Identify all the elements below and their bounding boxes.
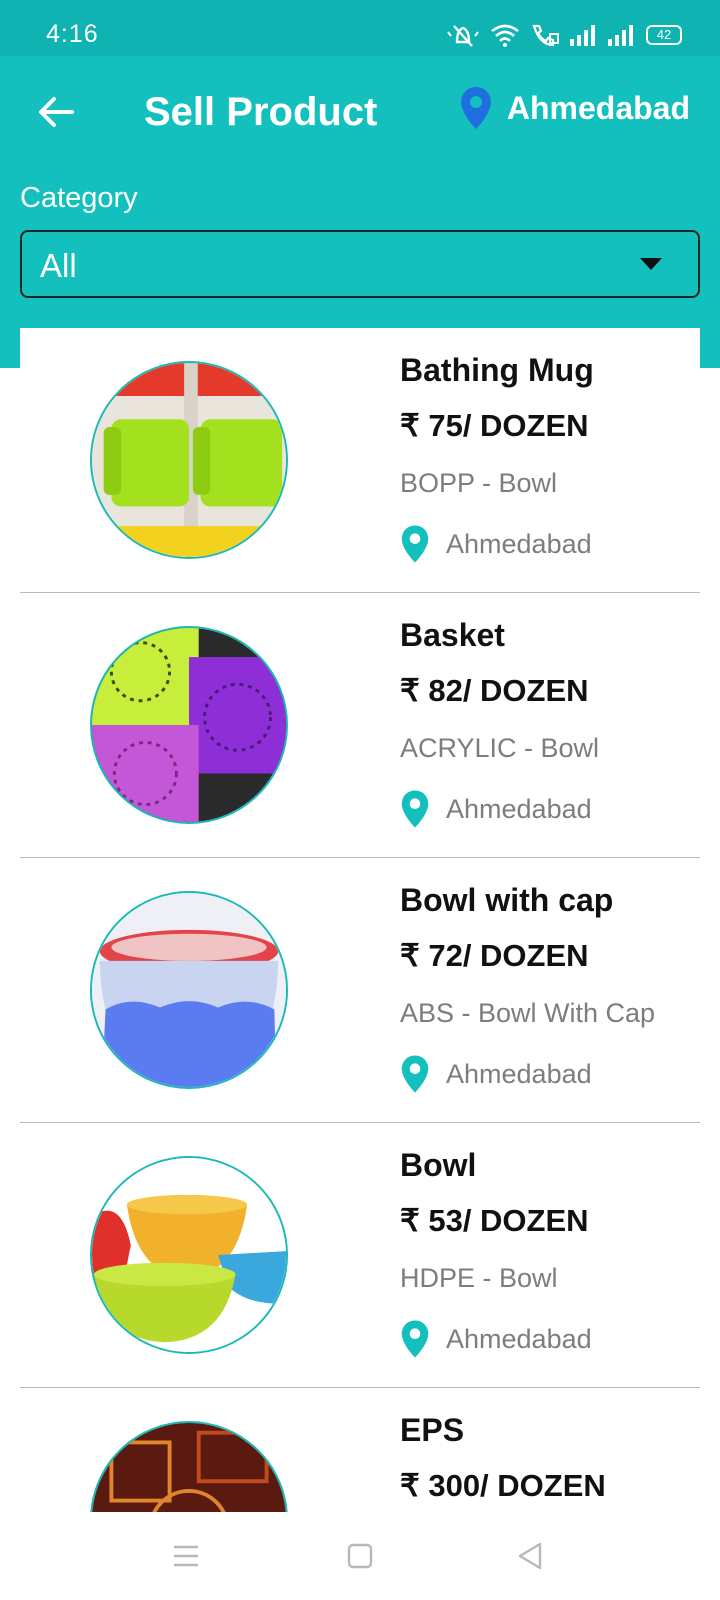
- battery-icon: 42: [646, 25, 682, 45]
- product-card[interactable]: EPS ₹ 300/ DOZEN: [20, 1388, 700, 1512]
- product-list[interactable]: Bathing Mug ₹ 75/ DOZEN BOPP - Bowl Ahme…: [20, 328, 700, 1512]
- category-selected-value: All: [40, 247, 77, 284]
- product-info: Bowl with cap ₹ 72/ DOZEN ABS - Bowl Wit…: [400, 882, 655, 1094]
- signal-icon: [608, 25, 633, 46]
- product-card[interactable]: Bathing Mug ₹ 75/ DOZEN BOPP - Bowl Ahme…: [20, 328, 700, 593]
- product-location: Ahmedabad: [400, 789, 599, 829]
- product-card[interactable]: Basket ₹ 82/ DOZEN ACRYLIC - Bowl Ahmeda…: [20, 593, 700, 858]
- product-name: Bathing Mug: [400, 352, 594, 388]
- category-dropdown[interactable]: All: [20, 230, 700, 298]
- product-info: Bathing Mug ₹ 75/ DOZEN BOPP - Bowl Ahme…: [400, 352, 594, 564]
- status-icons: 42: [446, 22, 682, 48]
- product-image: [90, 626, 288, 824]
- product-location: Ahmedabad: [400, 1054, 655, 1094]
- caret-down-icon: [640, 258, 662, 270]
- status-time: 4:16: [46, 20, 99, 48]
- product-name: EPS: [400, 1412, 465, 1448]
- product-image: [90, 891, 288, 1089]
- location-pin-icon: [401, 1055, 429, 1093]
- product-location-label: Ahmedabad: [446, 793, 592, 824]
- product-price: ₹ 53/ DOZEN: [400, 1203, 589, 1238]
- wifi-call-icon: [532, 24, 559, 47]
- product-category: HDPE - Bowl: [400, 1263, 558, 1293]
- product-name: Bowl with cap: [400, 882, 614, 918]
- back-button[interactable]: [32, 84, 80, 140]
- product-image: [90, 361, 288, 559]
- location-pin-icon: [401, 525, 429, 563]
- product-category: BOPP - Bowl: [400, 468, 558, 498]
- mute-icon: [447, 25, 479, 47]
- home-icon: [347, 1543, 373, 1569]
- system-nav-bar: [0, 1512, 720, 1600]
- back-triangle-icon: [518, 1542, 542, 1570]
- header-location-label: Ahmedabad: [506, 89, 690, 126]
- status-bar: 4:16 42: [0, 0, 720, 56]
- arrow-left-icon: [39, 97, 74, 127]
- product-price: ₹ 72/ DOZEN: [400, 938, 589, 973]
- product-info: EPS ₹ 300/ DOZEN: [400, 1412, 606, 1508]
- category-label: Category: [20, 182, 138, 214]
- product-price: ₹ 75/ DOZEN: [400, 408, 589, 443]
- location-pin-icon: [460, 87, 491, 129]
- product-location-label: Ahmedabad: [446, 528, 592, 559]
- location-pin-icon: [401, 1320, 429, 1358]
- product-card[interactable]: Bowl with cap ₹ 72/ DOZEN ABS - Bowl Wit…: [20, 858, 700, 1123]
- product-image: [90, 1156, 288, 1354]
- product-info: Basket ₹ 82/ DOZEN ACRYLIC - Bowl Ahmeda…: [400, 617, 599, 829]
- location-pin-icon: [401, 790, 429, 828]
- home-button[interactable]: [338, 1534, 382, 1578]
- app-bar: Sell Product Ahmedabad: [0, 56, 720, 168]
- header-location-button[interactable]: Ahmedabad: [459, 86, 690, 130]
- signal-icon: [570, 25, 595, 46]
- menu-icon: [174, 1545, 198, 1567]
- battery-level: 42: [656, 27, 672, 42]
- product-location: Ahmedabad: [400, 524, 594, 564]
- product-name: Basket: [400, 617, 505, 653]
- product-image: [90, 1421, 288, 1512]
- product-category: ABS - Bowl With Cap: [400, 998, 656, 1028]
- product-info: Bowl ₹ 53/ DOZEN HDPE - Bowl Ahmedabad: [400, 1147, 592, 1359]
- product-price: ₹ 300/ DOZEN: [400, 1468, 606, 1503]
- product-location: Ahmedabad: [400, 1319, 592, 1359]
- page-title: Sell Product: [144, 90, 378, 134]
- product-location-label: Ahmedabad: [446, 1323, 592, 1354]
- wifi-icon: [491, 24, 519, 47]
- recent-apps-button[interactable]: [164, 1534, 208, 1578]
- product-category: ACRYLIC - Bowl: [400, 733, 600, 763]
- product-name: Bowl: [400, 1147, 477, 1183]
- product-price: ₹ 82/ DOZEN: [400, 673, 589, 708]
- product-card[interactable]: Bowl ₹ 53/ DOZEN HDPE - Bowl Ahmedabad: [20, 1123, 700, 1388]
- system-back-button[interactable]: [508, 1534, 552, 1578]
- product-location-label: Ahmedabad: [446, 1058, 592, 1089]
